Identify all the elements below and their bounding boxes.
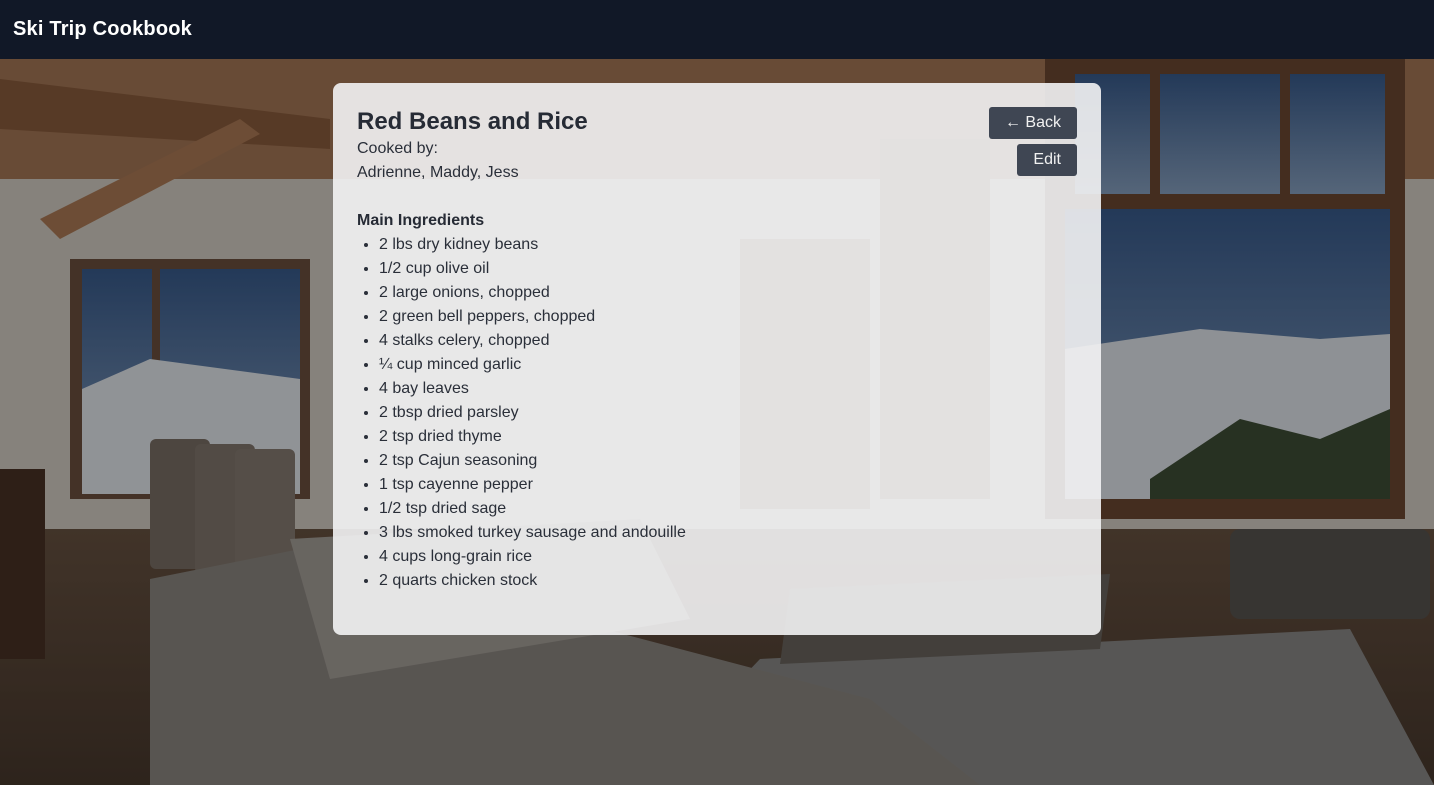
recipe-title: Red Beans and Rice [357,108,588,135]
edit-button[interactable]: Edit [1017,144,1077,176]
ingredient-item: 2 large onions, chopped [379,281,1077,305]
ingredient-item: 1 tsp cayenne pepper [379,473,1077,497]
back-button[interactable]: ← Back [988,107,1077,139]
cooked-by-label: Cooked by: [357,140,438,157]
ingredient-item: 2 lbs dry kidney beans [379,233,1077,257]
ingredients-heading: Main Ingredients [357,212,485,229]
top-navigation-bar: Ski Trip Cookbook [0,0,1434,59]
ingredient-item: 4 bay leaves [379,377,1077,401]
ingredient-item: 4 cups long-grain rice [379,545,1077,569]
ingredient-item: 2 green bell peppers, chopped [379,305,1077,329]
ingredient-item: 2 tsp Cajun seasoning [379,449,1077,473]
ingredient-item: ¼ cup minced garlic [379,353,1077,377]
ingredient-item: 2 quarts chicken stock [379,569,1077,593]
ingredients-list: 2 lbs dry kidney beans 1/2 cup olive oil… [357,233,1077,593]
ingredient-item: 1/2 cup olive oil [379,257,1077,281]
ingredient-item: 3 lbs smoked turkey sausage and andouill… [379,521,1077,545]
recipe-actions: ← Back Edit [988,107,1077,176]
app-title[interactable]: Ski Trip Cookbook [13,18,192,41]
recipe-card: ← Back Edit Red Beans and Rice Cooked by… [333,83,1101,635]
cooked-by-names: Adrienne, Maddy, Jess [357,164,519,181]
ingredient-item: 4 stalks celery, chopped [379,329,1077,353]
ingredient-item: 2 tsp dried thyme [379,425,1077,449]
ingredient-item: 1/2 tsp dried sage [379,497,1077,521]
ingredient-item: 2 tbsp dried parsley [379,401,1077,425]
